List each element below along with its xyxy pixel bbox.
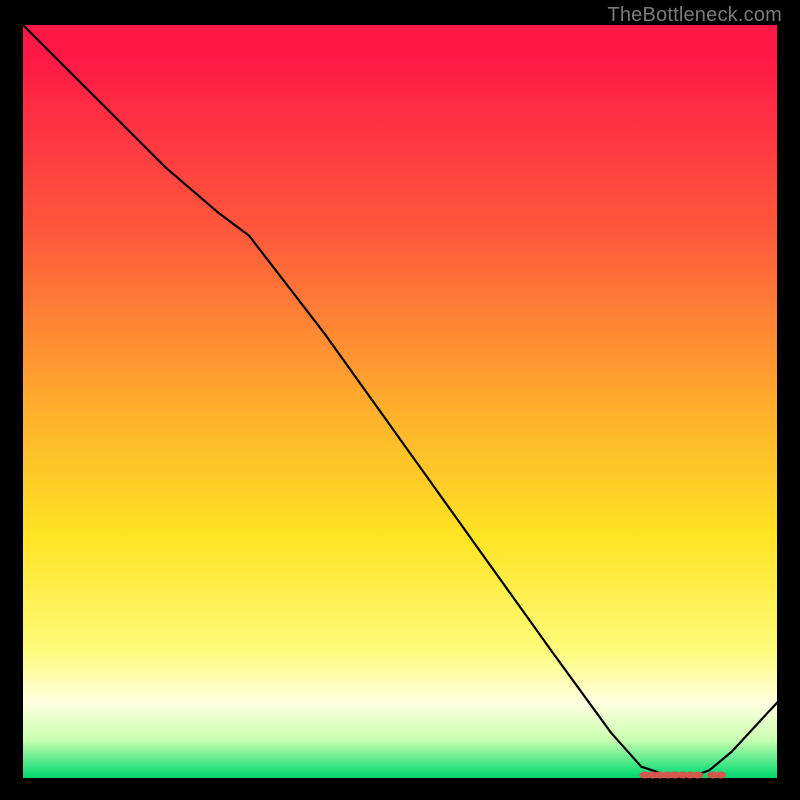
bottom-marker-group [640, 772, 726, 778]
watermark-text: TheBottleneck.com [607, 4, 782, 27]
bottom-marker [693, 772, 703, 778]
bottom-marker [716, 772, 726, 778]
chart-stage: TheBottleneck.com [0, 0, 800, 800]
bottleneck-curve [23, 25, 777, 778]
line-layer [23, 25, 777, 778]
plot-area [23, 25, 777, 778]
